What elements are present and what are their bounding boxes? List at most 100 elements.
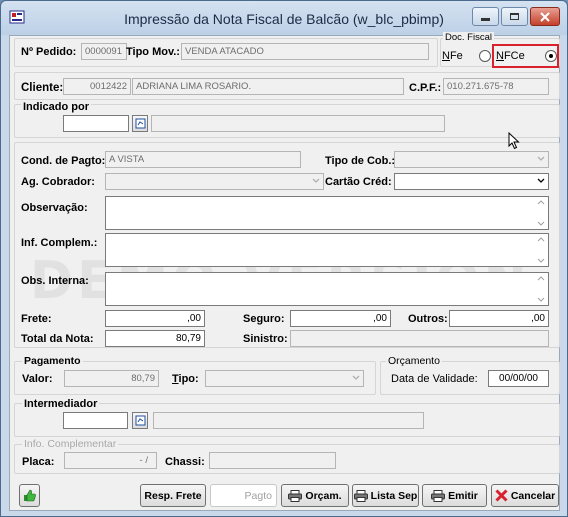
printer-icon bbox=[288, 489, 303, 502]
indicado-code-field[interactable] bbox=[63, 115, 129, 132]
scroll-up-icon bbox=[537, 237, 545, 242]
tipo-cob-select[interactable] bbox=[394, 151, 549, 168]
lista-sep-button-label: Lista Sep bbox=[370, 489, 418, 502]
intermediador-search-button[interactable] bbox=[132, 412, 148, 429]
emitir-button[interactable]: Emitir bbox=[422, 484, 487, 507]
total-nota-label: Total da Nota: bbox=[21, 333, 94, 345]
orcam-button-label: Orçam. bbox=[305, 489, 342, 502]
placa-field[interactable]: - / bbox=[64, 452, 157, 469]
printer-icon bbox=[431, 489, 446, 502]
cond-pagto-field[interactable]: A VISTA bbox=[105, 151, 301, 168]
scrollbar[interactable] bbox=[536, 199, 546, 227]
cond-pagto-label: Cond. de Pagto: bbox=[21, 155, 106, 167]
validade-label: Data de Validade: bbox=[391, 373, 478, 385]
tipo-select[interactable] bbox=[205, 370, 364, 387]
intermediador-name-field[interactable] bbox=[153, 412, 424, 429]
chevron-down-icon bbox=[537, 178, 545, 183]
lista-sep-button[interactable]: Lista Sep bbox=[352, 484, 419, 507]
cliente-label: Cliente: bbox=[21, 82, 64, 94]
nfce-radio[interactable] bbox=[545, 50, 557, 62]
nfe-radio[interactable] bbox=[479, 50, 491, 62]
orcam-button[interactable]: Orçam. bbox=[281, 484, 349, 507]
maximize-icon bbox=[510, 13, 519, 20]
chassi-field[interactable] bbox=[209, 452, 336, 469]
valor-label: Valor: bbox=[22, 373, 53, 385]
sinistro-field[interactable] bbox=[290, 330, 549, 347]
observacao-label: Observação: bbox=[21, 202, 88, 214]
tipo-cob-label: Tipo de Cob.: bbox=[325, 155, 396, 167]
valor-field[interactable]: 80,79 bbox=[64, 370, 159, 387]
close-icon bbox=[540, 11, 550, 22]
thumbs-up-button[interactable] bbox=[19, 484, 40, 507]
lookup-icon bbox=[135, 415, 145, 426]
outros-field[interactable]: ,00 bbox=[449, 310, 549, 327]
seguro-label: Seguro: bbox=[243, 313, 285, 325]
cancelar-button-label: Cancelar bbox=[510, 489, 556, 502]
resp-frete-button[interactable]: Resp. Frete bbox=[140, 484, 206, 507]
indicado-name-field[interactable] bbox=[151, 115, 445, 132]
thumbs-up-icon bbox=[24, 489, 36, 502]
cliente-code-field[interactable]: 0012422 bbox=[63, 78, 131, 95]
scrollbar[interactable] bbox=[536, 236, 546, 264]
title-bar[interactable]: Impressão da Nota Fiscal de Balcão (w_bl… bbox=[1, 1, 567, 35]
intermediador-label: Intermediador bbox=[22, 398, 100, 410]
minimize-icon bbox=[481, 18, 490, 21]
scroll-up-icon bbox=[537, 276, 545, 281]
scroll-down-icon bbox=[537, 221, 545, 226]
nfce-label: NFCe bbox=[496, 50, 525, 62]
cpf-label: C.P.F.: bbox=[409, 82, 442, 94]
cancel-x-icon bbox=[495, 489, 508, 502]
validade-field[interactable]: 00/00/00 bbox=[488, 370, 549, 387]
ag-cobrador-label: Ag. Cobrador: bbox=[21, 176, 95, 188]
close-button[interactable] bbox=[530, 7, 560, 26]
scroll-down-icon bbox=[537, 258, 545, 263]
cartao-label: Cartão Créd: bbox=[325, 176, 392, 188]
tipo-mov-field[interactable]: VENDA ATACADO bbox=[181, 43, 429, 60]
outros-label: Outros: bbox=[408, 313, 448, 325]
chevron-down-icon bbox=[537, 156, 545, 161]
total-nota-field[interactable]: 80,79 bbox=[105, 330, 205, 347]
inf-complem-textarea[interactable] bbox=[105, 233, 549, 267]
lookup-icon bbox=[135, 118, 145, 129]
scroll-down-icon bbox=[537, 297, 545, 302]
pedido-label: Nº Pedido: bbox=[21, 46, 77, 58]
frete-field[interactable]: ,00 bbox=[105, 310, 205, 327]
main-window: Impressão da Nota Fiscal de Balcão (w_bl… bbox=[0, 0, 568, 517]
tipo-label: Tipo: bbox=[172, 373, 199, 385]
form-area: DEMO VERSION Nº Pedido: 0000091 Tipo Mov… bbox=[9, 32, 560, 511]
cpf-field[interactable]: 010.271.675-78 bbox=[443, 78, 549, 95]
ag-cobrador-select[interactable] bbox=[105, 173, 324, 190]
pagto-button[interactable]: Pagto bbox=[210, 484, 277, 507]
indicado-label: Indicado por bbox=[21, 101, 91, 113]
cancelar-button[interactable]: Cancelar bbox=[491, 484, 559, 507]
seguro-field[interactable]: ,00 bbox=[290, 310, 391, 327]
obs-interna-textarea[interactable] bbox=[105, 272, 549, 306]
cartao-select[interactable] bbox=[394, 173, 549, 190]
info-complementar-title: Info. Complementar bbox=[22, 438, 119, 450]
chevron-down-icon bbox=[352, 375, 360, 380]
maximize-button[interactable] bbox=[501, 7, 528, 26]
pagamento-title: Pagamento bbox=[22, 355, 83, 367]
obs-interna-label: Obs. Interna: bbox=[21, 275, 89, 287]
tipo-mov-label: Tipo Mov.: bbox=[126, 46, 180, 58]
inf-complem-label: Inf. Complem.: bbox=[21, 237, 98, 249]
mouse-cursor-icon bbox=[508, 132, 520, 150]
nfe-label: NFe bbox=[442, 50, 463, 62]
observacao-textarea[interactable] bbox=[105, 196, 549, 230]
frete-label: Frete: bbox=[21, 313, 52, 325]
indicado-search-button[interactable] bbox=[132, 115, 148, 132]
scrollbar[interactable] bbox=[536, 275, 546, 303]
emitir-button-label: Emitir bbox=[448, 489, 478, 502]
printer-icon bbox=[353, 489, 368, 502]
orcamento-title: Orçamento bbox=[386, 355, 442, 367]
placa-label: Placa: bbox=[22, 456, 55, 468]
scroll-up-icon bbox=[537, 200, 545, 205]
chassi-label: Chassi: bbox=[165, 456, 205, 468]
pedido-field[interactable]: 0000091 bbox=[81, 43, 127, 60]
sinistro-label: Sinistro: bbox=[243, 333, 288, 345]
doc-fiscal-title: Doc. Fiscal bbox=[443, 32, 494, 43]
chevron-down-icon bbox=[312, 178, 320, 183]
intermediador-code-field[interactable] bbox=[63, 412, 128, 429]
minimize-button[interactable] bbox=[472, 7, 499, 26]
cliente-name-field[interactable]: ADRIANA LIMA ROSARIO. bbox=[132, 78, 404, 95]
